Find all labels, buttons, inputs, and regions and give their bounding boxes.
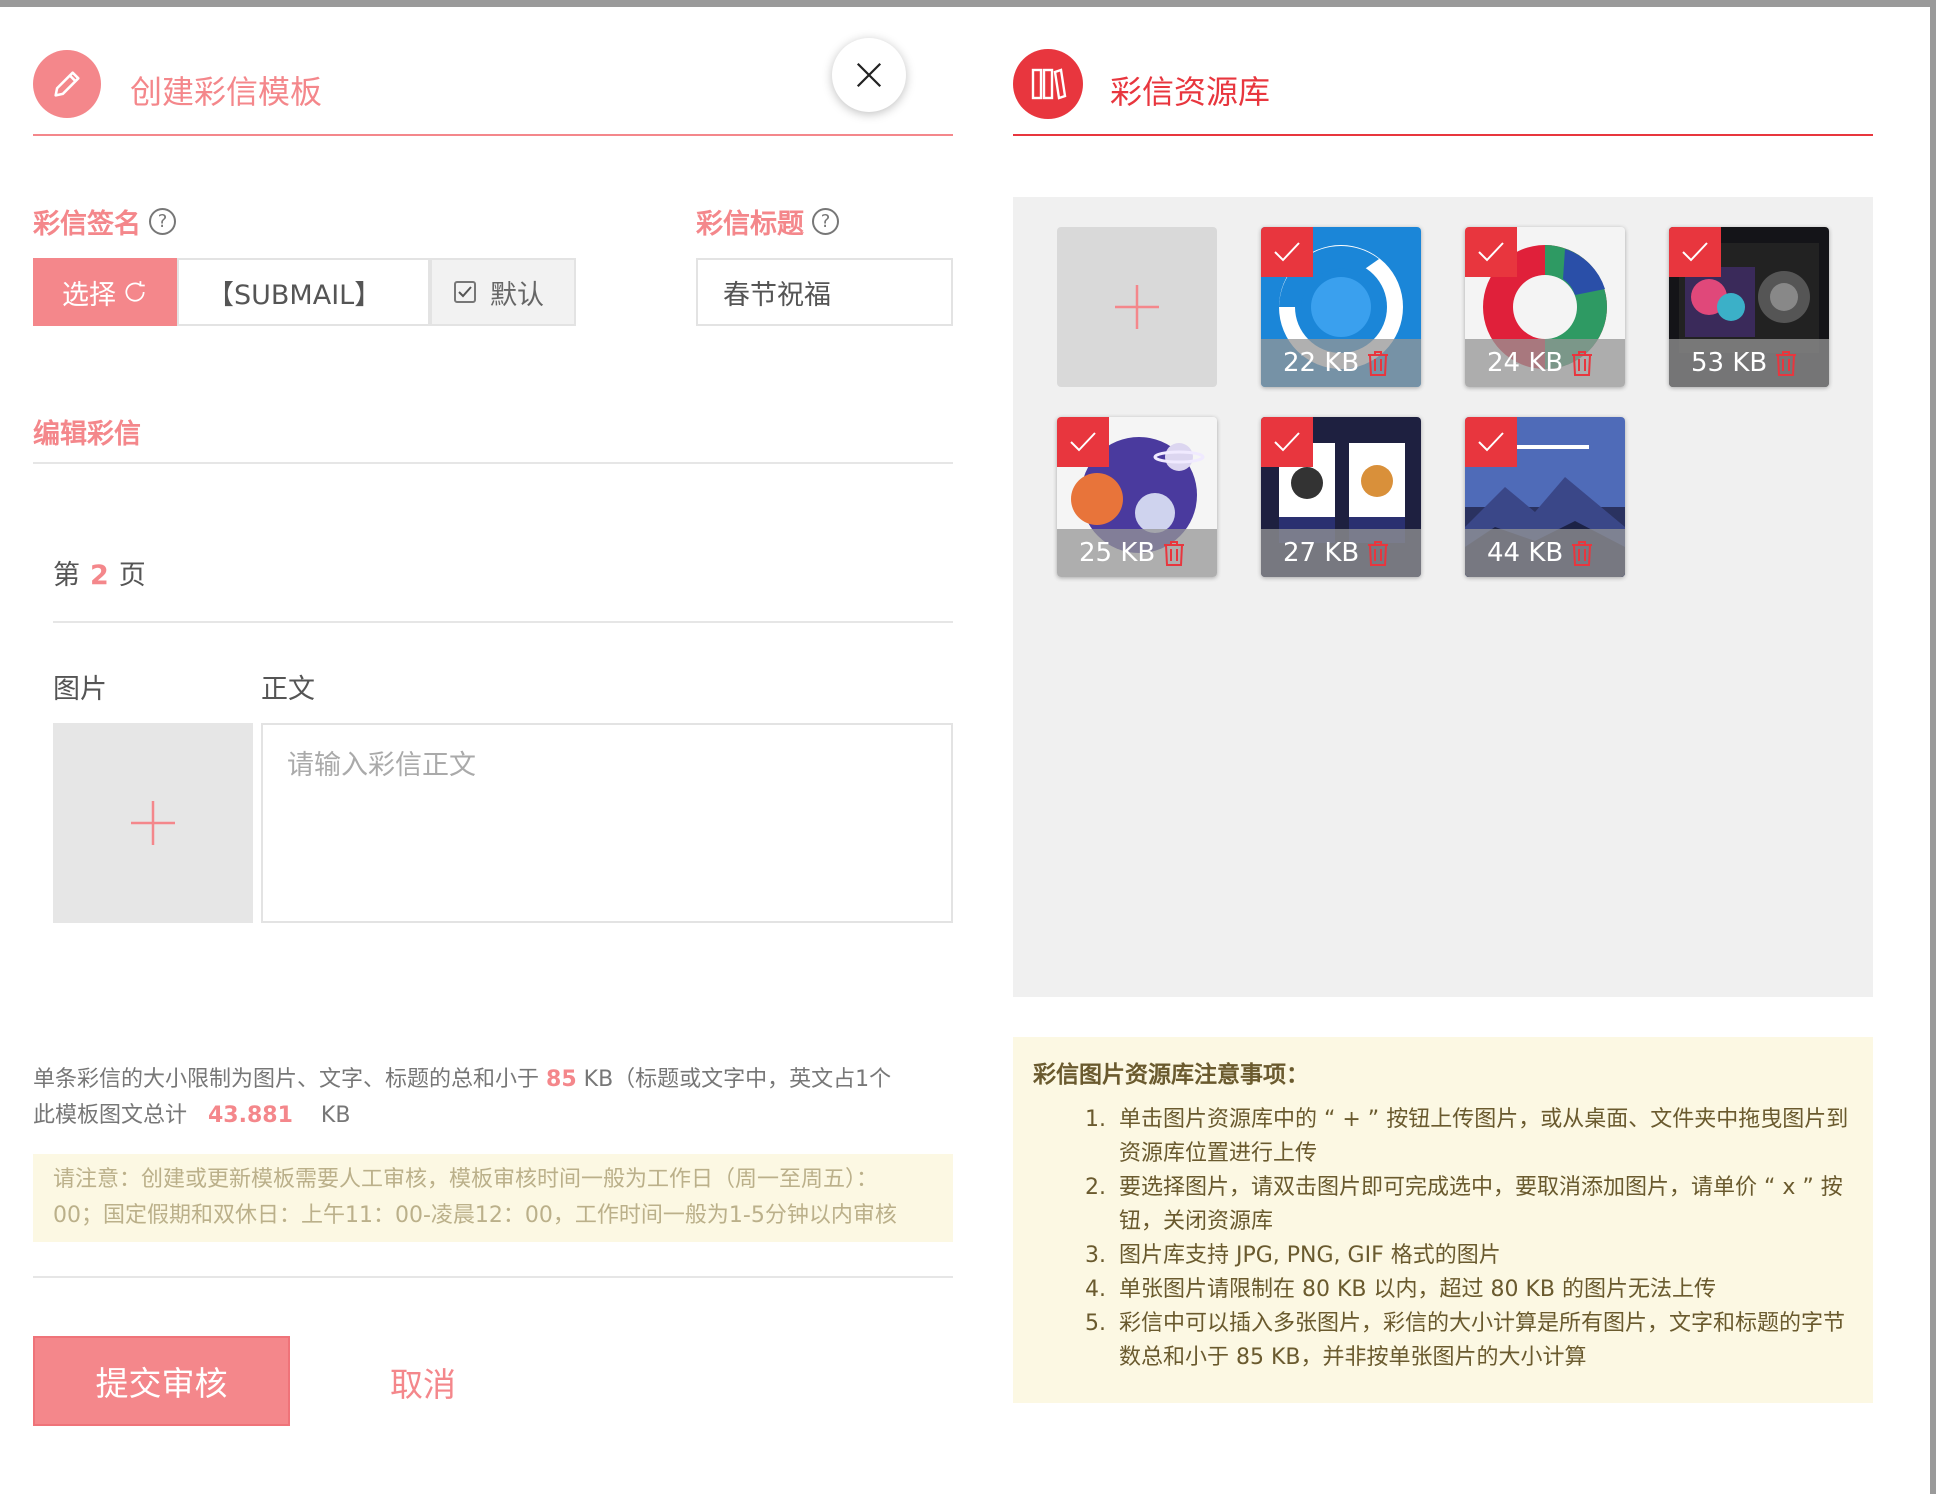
pencil-icon (33, 50, 101, 118)
tip-item: 要选择图片，请双击图片即可完成选中，要取消添加图片，请单价 “ x ” 按钮，关… (1113, 1171, 1853, 1239)
resource-library-panel: 彩信资源库 22 KB 24 KB 53 KB 25 KB 27 KB 44 K… (953, 7, 1930, 1494)
create-template-panel: 创建彩信模板 彩信签名 ? 彩信标题 ? 选择 【SUBMAIL】 默认 春节祝… (0, 7, 953, 1494)
body-textarea[interactable]: 请输入彩信正文 (261, 723, 953, 923)
footer-divider (33, 1276, 953, 1278)
tip-item: 单击图片资源库中的 “ + ” 按钮上传图片，或从桌面、文件夹中拖曳图片到资源库… (1113, 1103, 1853, 1171)
library-header-divider (1013, 134, 1873, 136)
trash-icon[interactable] (1571, 540, 1593, 566)
library-image[interactable]: 22 KB (1261, 227, 1421, 387)
check-icon (1465, 417, 1517, 467)
library-image[interactable]: 53 KB (1669, 227, 1829, 387)
plus-icon (1115, 285, 1159, 329)
cancel-button[interactable]: 取消 (390, 1358, 456, 1406)
tip-item: 单张图片请限制在 80 KB 以内，超过 80 KB 的图片无法上传 (1113, 1273, 1853, 1307)
image-size: 24 KB (1487, 348, 1564, 378)
trash-icon[interactable] (1571, 350, 1593, 376)
tips-list: 单击图片资源库中的 “ + ” 按钮上传图片，或从桌面、文件夹中拖曳图片到资源库… (1113, 1103, 1853, 1375)
subject-label: 彩信标题 ? (696, 202, 839, 241)
close-icon (856, 62, 882, 88)
check-icon (1261, 417, 1313, 467)
check-icon (1261, 227, 1313, 277)
image-column-label: 图片 (53, 674, 107, 705)
refresh-icon (125, 281, 145, 302)
window-top-border (0, 0, 1936, 7)
page-divider (53, 621, 953, 623)
help-icon[interactable]: ? (812, 208, 839, 235)
trash-icon[interactable] (1367, 540, 1389, 566)
library-tips: 彩信图片资源库注意事项： 单击图片资源库中的 “ + ” 按钮上传图片，或从桌面… (1013, 1037, 1873, 1403)
check-icon (1057, 417, 1109, 467)
select-signature-button[interactable]: 选择 (33, 258, 177, 326)
tips-title: 彩信图片资源库注意事项： (1033, 1062, 1309, 1088)
image-size: 27 KB (1283, 538, 1360, 568)
size-limit-text: 单条彩信的大小限制为图片、文字、标题的总和小于 85 KB（标题或文字中，英文占… (33, 1067, 892, 1128)
panel-title: 创建彩信模板 (130, 73, 323, 111)
subject-field[interactable]: 春节祝福 (696, 258, 953, 326)
help-icon[interactable]: ? (149, 208, 176, 235)
image-size: 44 KB (1487, 538, 1564, 568)
close-button[interactable] (832, 38, 906, 112)
body-column-label: 正文 (261, 674, 315, 705)
submit-review-button[interactable]: 提交审核 (33, 1336, 290, 1426)
library-image[interactable]: 44 KB (1465, 417, 1625, 577)
add-image-button[interactable] (53, 723, 253, 923)
default-checkbox[interactable]: 默认 (430, 258, 576, 326)
edit-section-title: 编辑彩信 (33, 419, 141, 450)
upload-image-button[interactable] (1057, 227, 1217, 387)
tip-item: 图片库支持 JPG, PNG, GIF 格式的图片 (1113, 1239, 1853, 1273)
page-indicator: 第2页 (53, 560, 146, 591)
check-icon (1669, 227, 1721, 277)
library-title: 彩信资源库 (1110, 73, 1271, 111)
books-icon (1013, 49, 1083, 119)
plus-icon (131, 801, 175, 845)
section-divider (33, 462, 953, 464)
header-divider (33, 134, 953, 136)
signature-field[interactable]: 【SUBMAIL】 (177, 258, 430, 326)
window-right-border (1930, 0, 1936, 1494)
review-notice: 请注意：创建或更新模板需要人工审核，模板审核时间一般为工作日（周一至周五）： 0… (33, 1154, 953, 1242)
library-image[interactable]: 27 KB (1261, 417, 1421, 577)
tip-item: 彩信中可以插入多张图片，彩信的大小计算是所有图片，文字和标题的字节数总和小于 8… (1113, 1307, 1853, 1375)
trash-icon[interactable] (1775, 350, 1797, 376)
trash-icon[interactable] (1367, 350, 1389, 376)
signature-label: 彩信签名 ? (33, 202, 176, 241)
image-gallery: 22 KB 24 KB 53 KB 25 KB 27 KB 44 KB (1013, 197, 1873, 997)
image-size: 25 KB (1079, 538, 1156, 568)
image-size: 22 KB (1283, 348, 1360, 378)
library-image[interactable]: 25 KB (1057, 417, 1217, 577)
library-image[interactable]: 24 KB (1465, 227, 1625, 387)
check-icon (1465, 227, 1517, 277)
checkbox-icon (454, 281, 476, 303)
image-size: 53 KB (1691, 348, 1768, 378)
trash-icon[interactable] (1163, 540, 1185, 566)
